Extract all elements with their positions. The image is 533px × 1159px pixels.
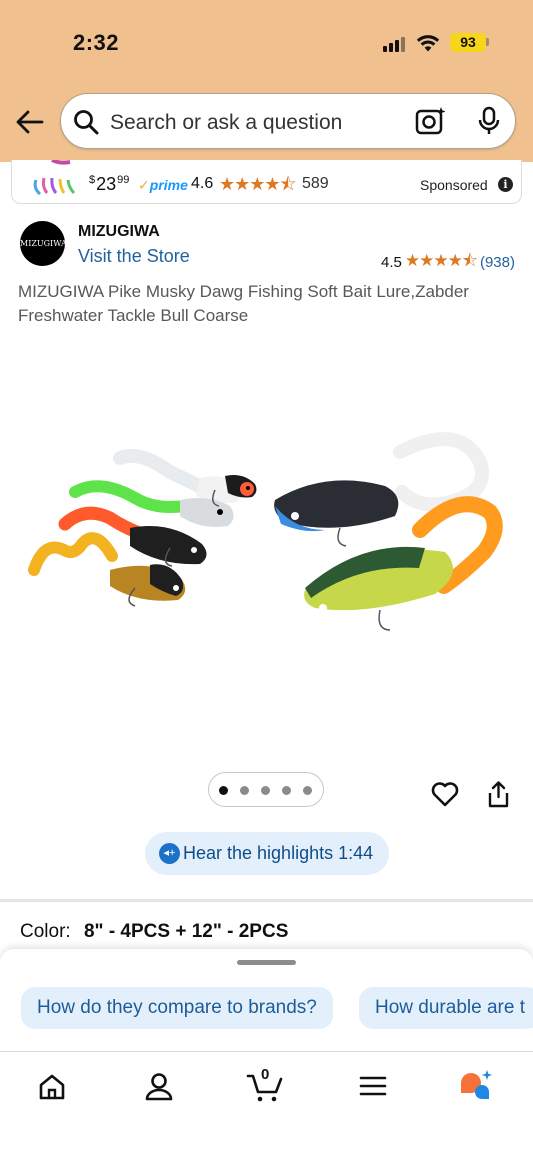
brand-logo[interactable]: MIZUGIWA xyxy=(20,221,67,266)
review-count-link[interactable]: (938) xyxy=(480,254,515,271)
menu-icon[interactable] xyxy=(353,1068,393,1104)
sponsored-review-count: 589 xyxy=(302,175,329,192)
product-rating[interactable]: 4.5 ★★★★⯪ (938) xyxy=(381,248,515,277)
hear-highlights-button[interactable]: ◂+ Hear the highlights 1:44 xyxy=(145,832,389,875)
bottom-navigation: 0 xyxy=(0,1051,533,1159)
product-image[interactable] xyxy=(20,420,515,650)
carousel-dot[interactable] xyxy=(261,786,270,795)
visit-store-link[interactable]: Visit the Store xyxy=(78,246,190,267)
status-time: 2:32 xyxy=(73,30,120,55)
suggestion-chip[interactable]: How durable are t xyxy=(359,987,533,1029)
cellular-signal-icon xyxy=(383,36,409,52)
heart-icon[interactable] xyxy=(430,780,460,808)
image-carousel-indicator[interactable] xyxy=(208,772,324,807)
search-icon xyxy=(74,110,99,135)
brand-name: MIZUGIWA xyxy=(78,223,160,240)
search-bar[interactable]: Search or ask a question xyxy=(60,93,516,149)
carousel-dot[interactable] xyxy=(240,786,249,795)
status-bar: 2:32 93 xyxy=(0,0,533,86)
sponsored-price: $2399 xyxy=(89,174,130,194)
top-header: 2:32 93 Search or ask a question xyxy=(0,0,533,162)
battery-indicator: 93 xyxy=(450,33,486,52)
rufus-icon[interactable] xyxy=(457,1068,497,1104)
section-divider xyxy=(0,899,533,902)
star-rating-icon: ★★★★⯪ xyxy=(404,251,478,270)
audio-icon: ◂+ xyxy=(159,843,180,864)
back-button[interactable] xyxy=(14,108,46,136)
microphone-icon[interactable] xyxy=(477,106,501,136)
battery-tip xyxy=(486,38,489,46)
rating-value: 4.5 xyxy=(381,254,402,271)
carousel-dot[interactable] xyxy=(219,786,228,795)
sponsored-label: Sponsored xyxy=(420,177,488,193)
cart-button[interactable]: 0 xyxy=(245,1066,285,1104)
sheet-drag-handle[interactable] xyxy=(237,960,296,965)
rufus-suggestions-sheet[interactable]: How do they compare to brands? How durab… xyxy=(0,949,533,1051)
account-icon[interactable] xyxy=(139,1068,179,1104)
color-value: 8" - 4PCS + 12" - 2PCS xyxy=(83,921,289,942)
info-icon[interactable]: i xyxy=(498,177,513,192)
sponsored-rating: 4.6 xyxy=(191,175,214,192)
suggestion-chip[interactable]: How do they compare to brands? xyxy=(21,987,333,1029)
prime-badge: ✓prime xyxy=(138,177,188,193)
home-icon[interactable] xyxy=(32,1068,72,1104)
carousel-dot[interactable] xyxy=(282,786,291,795)
star-rating-icon: ★★★★⯪ xyxy=(219,174,297,194)
share-icon[interactable] xyxy=(486,780,511,809)
color-selector[interactable]: Color: 8" - 4PCS + 12" - 2PCS xyxy=(20,921,288,943)
color-label: Color: xyxy=(20,921,71,942)
sponsored-product-thumbnail xyxy=(33,160,76,196)
carousel-dot[interactable] xyxy=(303,786,312,795)
cart-count: 0 xyxy=(261,1066,270,1083)
product-title: MIZUGIWA Pike Musky Dawg Fishing Soft Ba… xyxy=(18,282,469,325)
wifi-icon xyxy=(416,35,440,52)
sponsored-product-card[interactable]: $2399 ✓prime 4.6 ★★★★⯪ 589 Sponsored i xyxy=(11,160,522,204)
search-input[interactable]: Search or ask a question xyxy=(110,111,342,135)
hear-highlights-label: Hear the highlights 1:44 xyxy=(183,843,374,863)
camera-lens-icon[interactable] xyxy=(415,106,447,136)
